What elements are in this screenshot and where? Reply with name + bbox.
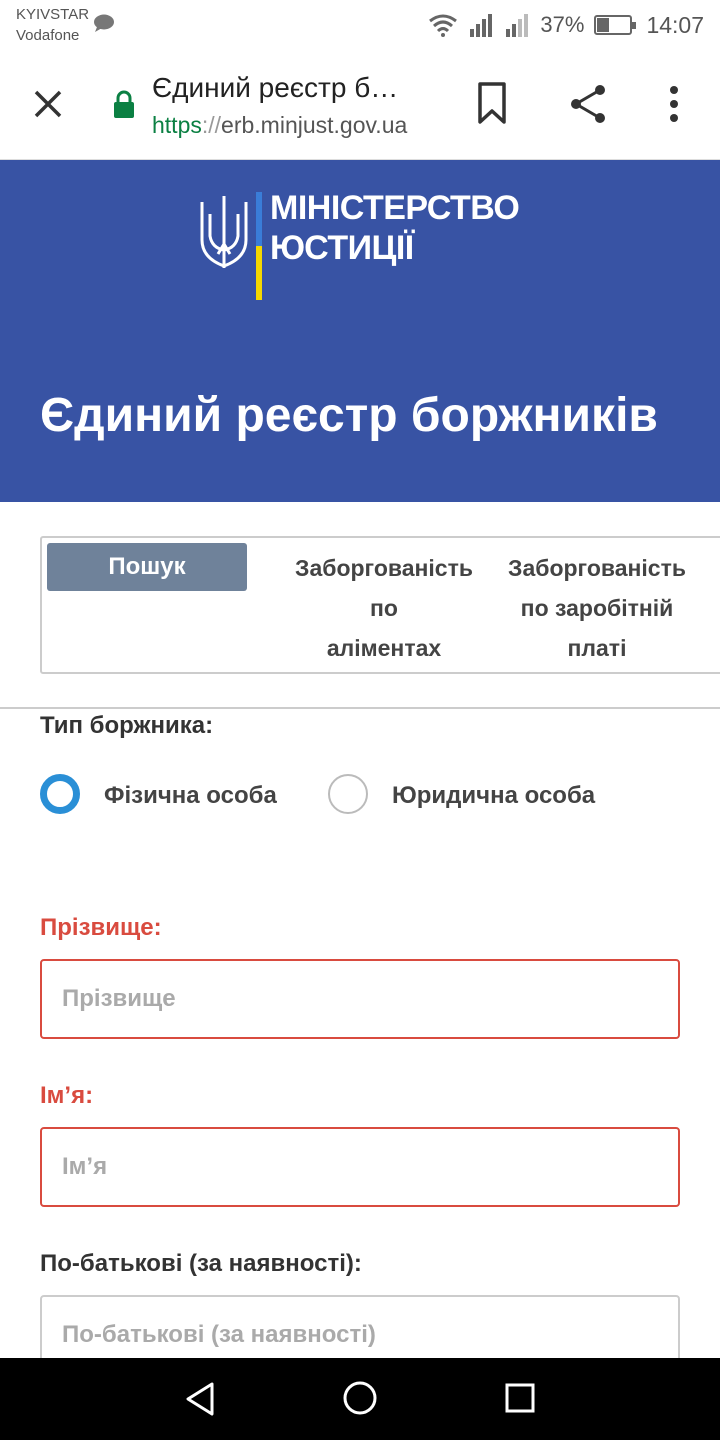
section-divider xyxy=(0,707,720,709)
system-nav-bar xyxy=(0,1358,720,1440)
url-host: erb.minjust.gov.ua xyxy=(221,112,408,138)
surname-label: Прізвище: xyxy=(40,914,162,941)
more-menu-icon[interactable] xyxy=(660,82,688,126)
logo-line-1: МІНІСТЕРСТВО xyxy=(270,189,520,227)
tab-salary-debt[interactable]: Заборгованість по заробітній платі xyxy=(497,548,697,668)
radio-individual[interactable] xyxy=(40,774,80,814)
logo-line-2: ЮСТИЦІЇ xyxy=(270,229,414,267)
name-input[interactable] xyxy=(40,1127,680,1207)
signal-secondary-icon xyxy=(506,14,529,37)
radio-legal-entity[interactable] xyxy=(328,774,368,814)
carrier-info: KYIVSTAR Vodafone xyxy=(16,4,89,46)
ministry-logo-text[interactable]: МІНІСТЕРСТВО ЮСТИЦІЇ xyxy=(270,188,520,268)
status-indicators: 37% 14:07 xyxy=(428,10,704,40)
battery-percent: 37% xyxy=(540,12,585,37)
back-icon[interactable] xyxy=(182,1380,218,1418)
tab-alimony-line-2: по xyxy=(370,595,398,621)
hero-banner: МІНІСТЕРСТВО ЮСТИЦІЇ Єдиний реєстр боржн… xyxy=(0,160,720,502)
tab-alimony-line-3: аліментах xyxy=(326,635,442,661)
tab-alimony-debt[interactable]: Заборгованість по аліментах xyxy=(284,548,484,668)
surname-input[interactable] xyxy=(40,959,680,1039)
wifi-icon xyxy=(429,14,458,37)
battery-icon xyxy=(594,15,637,35)
tab-salary-line-2: по заробітній xyxy=(520,595,674,621)
page-title[interactable]: Єдиний реєстр б… xyxy=(152,72,432,104)
radio-individual-label[interactable]: Фізична особа xyxy=(104,782,277,810)
tab-search[interactable]: Пошук xyxy=(47,543,247,591)
battery-fill xyxy=(597,18,610,32)
coat-of-arms-icon[interactable] xyxy=(198,192,250,272)
signal-icon xyxy=(470,14,493,37)
carrier-secondary: Vodafone xyxy=(16,27,80,44)
lock-icon[interactable] xyxy=(112,90,136,120)
status-bar: KYIVSTAR Vodafone 37% 14:07 xyxy=(0,0,720,50)
flag-stripe-yellow xyxy=(256,246,262,300)
tab-bar: Пошук Заборгованість по аліментах Заборг… xyxy=(40,536,720,674)
url-scheme: https xyxy=(152,112,202,138)
url-separator: :// xyxy=(201,112,222,138)
message-icon xyxy=(94,14,114,32)
recent-apps-icon[interactable] xyxy=(504,1382,536,1414)
flag-stripe-blue xyxy=(256,192,262,246)
page-heading: Єдиний реєстр боржників xyxy=(40,389,658,442)
tab-salary-line-1: Заборгованість xyxy=(508,555,686,581)
url-bar[interactable]: https://erb.minjust.gov.ua xyxy=(152,112,407,139)
browser-toolbar: Єдиний реєстр б… https://erb.minjust.gov… xyxy=(0,50,720,160)
radio-legal-entity-label[interactable]: Юридична особа xyxy=(392,782,595,810)
bookmark-icon[interactable] xyxy=(472,80,512,126)
clock: 14:07 xyxy=(646,11,704,38)
name-label: Ім’я: xyxy=(40,1082,94,1109)
flag-stripe xyxy=(256,192,262,300)
close-icon[interactable] xyxy=(26,82,70,126)
tab-alimony-line-1: Заборгованість xyxy=(295,555,473,581)
carrier-primary: KYIVSTAR xyxy=(16,6,90,23)
home-icon[interactable] xyxy=(342,1380,378,1416)
debtor-type-label: Тип боржника: xyxy=(40,712,214,739)
patronymic-label: По-батькові (за наявності): xyxy=(40,1250,362,1277)
tab-salary-line-3: платі xyxy=(567,635,627,661)
share-icon[interactable] xyxy=(566,82,610,126)
